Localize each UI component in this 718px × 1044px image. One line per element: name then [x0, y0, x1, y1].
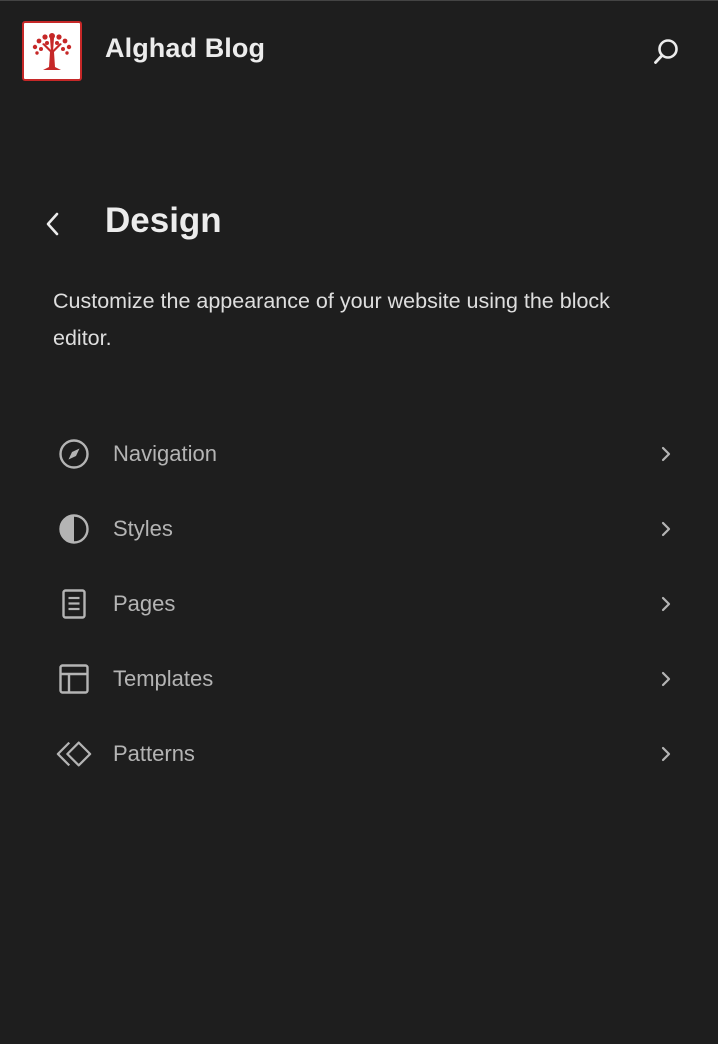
layout-template-icon: [56, 661, 92, 697]
menu-item-label: Styles: [113, 516, 173, 541]
site-logo[interactable]: [22, 21, 82, 81]
menu-item-label: Templates: [113, 666, 214, 691]
site-title[interactable]: Alghad Blog: [105, 33, 265, 64]
search-icon: [654, 39, 678, 64]
menu-item-label: Patterns: [113, 741, 195, 766]
design-menu: Navigation Styles Pages Templates Patter…: [44, 417, 684, 792]
search-button[interactable]: [647, 33, 685, 71]
site-header: Alghad Blog: [0, 0, 718, 102]
menu-item-patterns[interactable]: Patterns: [44, 717, 684, 792]
menu-item-styles[interactable]: Styles: [44, 492, 684, 567]
chevron-right-icon: [658, 443, 674, 465]
chevron-right-icon: [658, 668, 674, 690]
page-description: Customize the appearance of your website…: [53, 289, 610, 350]
chevron-right-icon: [658, 743, 674, 765]
chevron-left-icon: [46, 212, 59, 236]
symbol-diamond-icon: [56, 736, 92, 772]
navigation-compass-icon: [56, 436, 92, 472]
menu-item-navigation[interactable]: Navigation: [44, 417, 684, 492]
page-icon: [56, 586, 92, 622]
chevron-right-icon: [658, 518, 674, 540]
page-title: Design: [105, 201, 222, 240]
back-button[interactable]: [35, 204, 71, 244]
chevron-right-icon: [658, 593, 674, 615]
menu-item-pages[interactable]: Pages: [44, 567, 684, 642]
menu-item-templates[interactable]: Templates: [44, 642, 684, 717]
styles-half-circle-icon: [56, 511, 92, 547]
tree-logo-icon: [32, 33, 72, 70]
menu-item-label: Navigation: [113, 441, 217, 466]
menu-item-label: Pages: [113, 591, 176, 616]
